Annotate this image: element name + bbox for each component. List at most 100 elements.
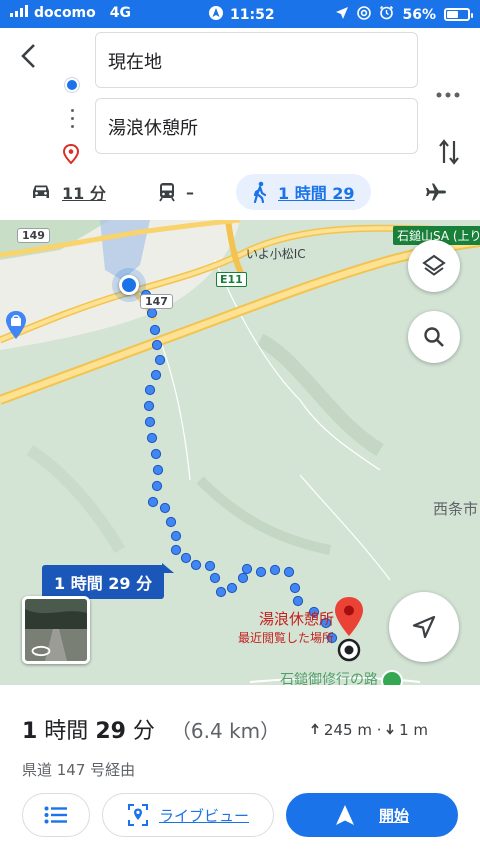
route-dot — [146, 432, 158, 444]
clock: 11:52 — [230, 7, 275, 23]
navigation-active-icon — [208, 5, 224, 25]
carrier-label: docomo — [34, 5, 96, 21]
shopping-place-icon[interactable] — [4, 310, 28, 344]
back-arrow-icon — [21, 44, 35, 68]
start-button[interactable]: 開始 — [286, 793, 458, 837]
destination-map-name: 湯浪休憩所 — [259, 610, 335, 628]
hiking-place-icon[interactable] — [381, 670, 403, 685]
route-summary-sheet[interactable]: 1 時間 29 分 （6.4 km） 245 m · 1 m 県道 147 号経… — [0, 685, 480, 854]
route-dot — [190, 559, 202, 571]
start-label: 開始 — [378, 806, 409, 825]
mode-drive-tab[interactable]: 11 分 — [30, 174, 106, 210]
route-dot — [241, 563, 253, 575]
layers-icon — [422, 254, 446, 276]
route-dot — [143, 400, 155, 412]
mode-transit-tab[interactable]: – — [158, 174, 194, 210]
battery-percent: 56% — [402, 6, 436, 23]
route-dot — [159, 502, 171, 514]
car-icon — [33, 185, 49, 198]
mode-transit-label: – — [186, 182, 194, 202]
route-dot — [151, 480, 163, 492]
route-dot — [154, 354, 166, 366]
saijo-city-label: 西条市 — [433, 500, 479, 518]
route-dot — [170, 530, 182, 542]
search-along-route-button[interactable] — [408, 311, 460, 363]
live-view-icon — [127, 804, 148, 826]
location-arrow-icon — [335, 6, 349, 24]
status-bar: docomo 4G 11:52 56% — [0, 0, 480, 28]
route-dot — [150, 448, 162, 460]
descent-icon — [386, 721, 399, 739]
route-dot — [150, 369, 162, 381]
route-dot — [147, 496, 159, 508]
street-view-thumbnail[interactable] — [22, 596, 90, 664]
route-dot — [165, 516, 177, 528]
network-label: 4G — [109, 5, 131, 21]
route-dot — [151, 339, 163, 351]
route-dot — [170, 544, 182, 556]
duration: 1 時間 29 分 — [22, 713, 155, 745]
route-summary: 1 時間 29 分 （6.4 km） — [22, 713, 280, 745]
list-icon — [44, 806, 67, 824]
route-dot — [204, 560, 216, 572]
duration-minutes: 29 — [95, 719, 126, 744]
road-147-shield: 147 — [140, 294, 173, 309]
map-view[interactable]: 149 147 E11 いよ小松IC 石鎚山SA (上り) 西条市 石鎚御修行の… — [0, 220, 480, 685]
mode-walk-label: 1 時間 29 — [278, 184, 355, 203]
mode-flight-tab[interactable] — [425, 174, 447, 210]
destination-map-sub: 最近閲覧した場所 — [238, 631, 335, 645]
mode-drive-label: 11 分 — [62, 184, 106, 203]
travel-mode-bar: 11 分 – 1 時間 29 — [0, 166, 480, 220]
destination-pin-icon — [62, 143, 80, 168]
descent-value: 1 m — [399, 721, 428, 739]
alarm-icon — [379, 5, 394, 24]
mode-walk-tab[interactable]: 1 時間 29 — [236, 174, 371, 210]
360-view-icon — [31, 645, 51, 657]
route-dot — [152, 464, 164, 476]
recenter-button[interactable] — [389, 592, 459, 662]
at-icon — [357, 5, 372, 24]
origin-field[interactable]: 現在地 — [95, 32, 418, 88]
road-149-shield: 149 — [17, 228, 50, 243]
airplane-icon — [426, 183, 446, 201]
origin-dot-icon — [65, 78, 79, 92]
layers-button[interactable] — [408, 240, 460, 292]
elevation-separator: · — [376, 721, 382, 739]
route-dot — [292, 595, 304, 607]
directions-header: 現在地 湯浪休憩所 — [0, 28, 480, 165]
destination-marker-icon[interactable] — [333, 596, 365, 644]
train-icon — [159, 183, 175, 202]
route-dot — [209, 572, 221, 584]
steps-button[interactable] — [22, 793, 90, 837]
live-view-label: ライブビュー — [158, 806, 249, 825]
destination-target-icon — [337, 638, 361, 666]
route-dot — [283, 566, 295, 578]
distance: （6.4 km） — [170, 719, 281, 743]
signal-icon — [10, 5, 28, 21]
road-e11-shield: E11 — [216, 272, 247, 287]
live-view-button[interactable]: ライブビュー — [102, 793, 274, 837]
road-below-label: 石鎚御修行の路 — [280, 672, 378, 685]
route-dots-icon — [71, 109, 74, 133]
elevation-info: 245 m · 1 m — [311, 721, 428, 739]
navigation-start-icon — [335, 805, 354, 825]
current-location-dot-icon — [119, 275, 139, 295]
destination-map-label[interactable]: 湯浪休憩所 最近閲覧した場所 — [238, 608, 334, 646]
duration-hours-unit: 時間 — [37, 719, 96, 744]
iyo-komatsu-ic-label: いよ小松IC — [246, 247, 306, 261]
route-dot — [144, 384, 156, 396]
more-options-button[interactable] — [436, 80, 460, 105]
ascent-value: 245 m — [323, 721, 372, 739]
back-button[interactable] — [14, 42, 44, 72]
route-dot — [237, 572, 249, 584]
route-dot — [144, 416, 156, 428]
route-dot — [289, 582, 301, 594]
walking-icon — [253, 181, 267, 203]
route-dot — [255, 566, 267, 578]
route-dot — [146, 307, 158, 319]
destination-field[interactable]: 湯浪休憩所 — [95, 98, 418, 154]
route-dot — [180, 552, 192, 564]
route-time-callout[interactable]: 1 時間 29 分 — [42, 563, 175, 599]
duration-hours: 1 — [22, 719, 38, 744]
swap-vertical-icon — [439, 139, 459, 165]
